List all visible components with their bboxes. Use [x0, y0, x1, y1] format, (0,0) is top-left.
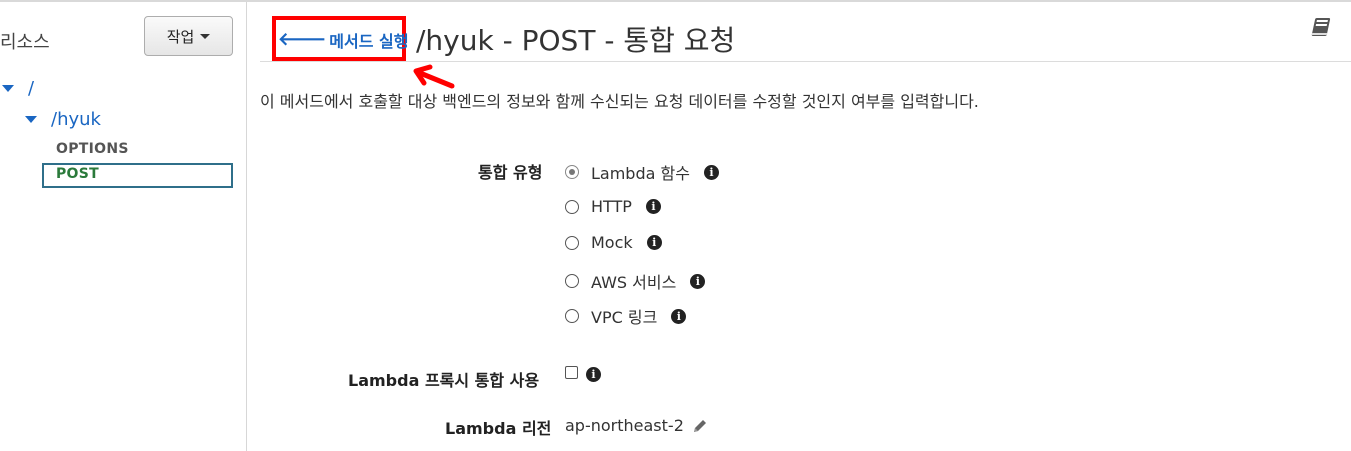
method-execution-label: 메서드 실행: [329, 32, 409, 51]
option-label[interactable]: VPC 링크: [591, 304, 657, 328]
back-arrow-icon: 🡐: [278, 29, 327, 50]
book-icon[interactable]: [1309, 15, 1333, 39]
lambda-region-value: ap-northeast-2: [565, 416, 708, 435]
option-label[interactable]: HTTP: [591, 197, 632, 216]
lambda-proxy-label: Lambda 프록시 통합 사용: [348, 371, 540, 390]
integration-type-option-http[interactable]: HTTP i: [565, 197, 661, 216]
info-icon[interactable]: i: [646, 235, 662, 250]
expand-triangle-icon[interactable]: [2, 85, 14, 92]
method-execution-link[interactable]: 🡐 메서드 실행: [278, 28, 408, 52]
option-label[interactable]: AWS 서비스: [591, 269, 676, 293]
integration-type-option-lambda[interactable]: Lambda 함수 i: [565, 160, 719, 184]
info-icon[interactable]: i: [586, 367, 601, 382]
lambda-region-label: Lambda 리전: [445, 419, 552, 438]
radio-button[interactable]: [565, 235, 579, 250]
method-options[interactable]: OPTIONS: [56, 141, 129, 157]
method-post[interactable]: POST: [56, 166, 99, 182]
radio-button[interactable]: [565, 165, 579, 179]
tree-item-hyuk[interactable]: /hyuk: [25, 109, 101, 130]
tree-item-root[interactable]: /: [2, 78, 34, 99]
info-icon[interactable]: i: [645, 199, 661, 214]
info-icon[interactable]: i: [690, 273, 706, 289]
lambda-proxy-checkbox[interactable]: [565, 366, 578, 379]
actions-button-label: 작업: [166, 27, 195, 46]
option-label[interactable]: Lambda 함수: [591, 160, 690, 184]
radio-button[interactable]: [565, 274, 579, 288]
integration-type-option-aws-service[interactable]: AWS 서비스 i: [565, 269, 706, 293]
header-divider: [260, 61, 1351, 62]
info-icon[interactable]: i: [671, 308, 687, 324]
red-annotation-arrow-icon: [413, 64, 455, 89]
caret-down-icon: [200, 33, 211, 39]
tree-hyuk-link[interactable]: /hyuk: [51, 109, 101, 130]
resources-sidebar: 리소스 작업 / /hyuk OPTIONS POST: [0, 2, 247, 451]
integration-type-option-mock[interactable]: Mock i: [565, 233, 662, 252]
expand-triangle-icon[interactable]: [25, 116, 37, 123]
option-label[interactable]: Mock: [591, 233, 633, 252]
page-title: /hyuk - POST - 통합 요청: [416, 24, 736, 57]
actions-button[interactable]: 작업: [144, 16, 233, 56]
radio-button[interactable]: [565, 309, 579, 323]
integration-type-option-vpc-link[interactable]: VPC 링크 i: [565, 304, 687, 328]
info-icon[interactable]: i: [703, 164, 719, 180]
pencil-edit-icon[interactable]: [692, 418, 708, 434]
page-description: 이 메서드에서 호출할 대상 백엔드의 정보와 함께 수신되는 요청 데이터를 …: [260, 92, 979, 111]
integration-type-label: 통합 유형: [478, 163, 543, 182]
sidebar-title: 리소스: [0, 32, 50, 53]
radio-button[interactable]: [565, 199, 579, 214]
tree-root-link[interactable]: /: [28, 78, 34, 99]
region-text: ap-northeast-2: [565, 416, 684, 435]
